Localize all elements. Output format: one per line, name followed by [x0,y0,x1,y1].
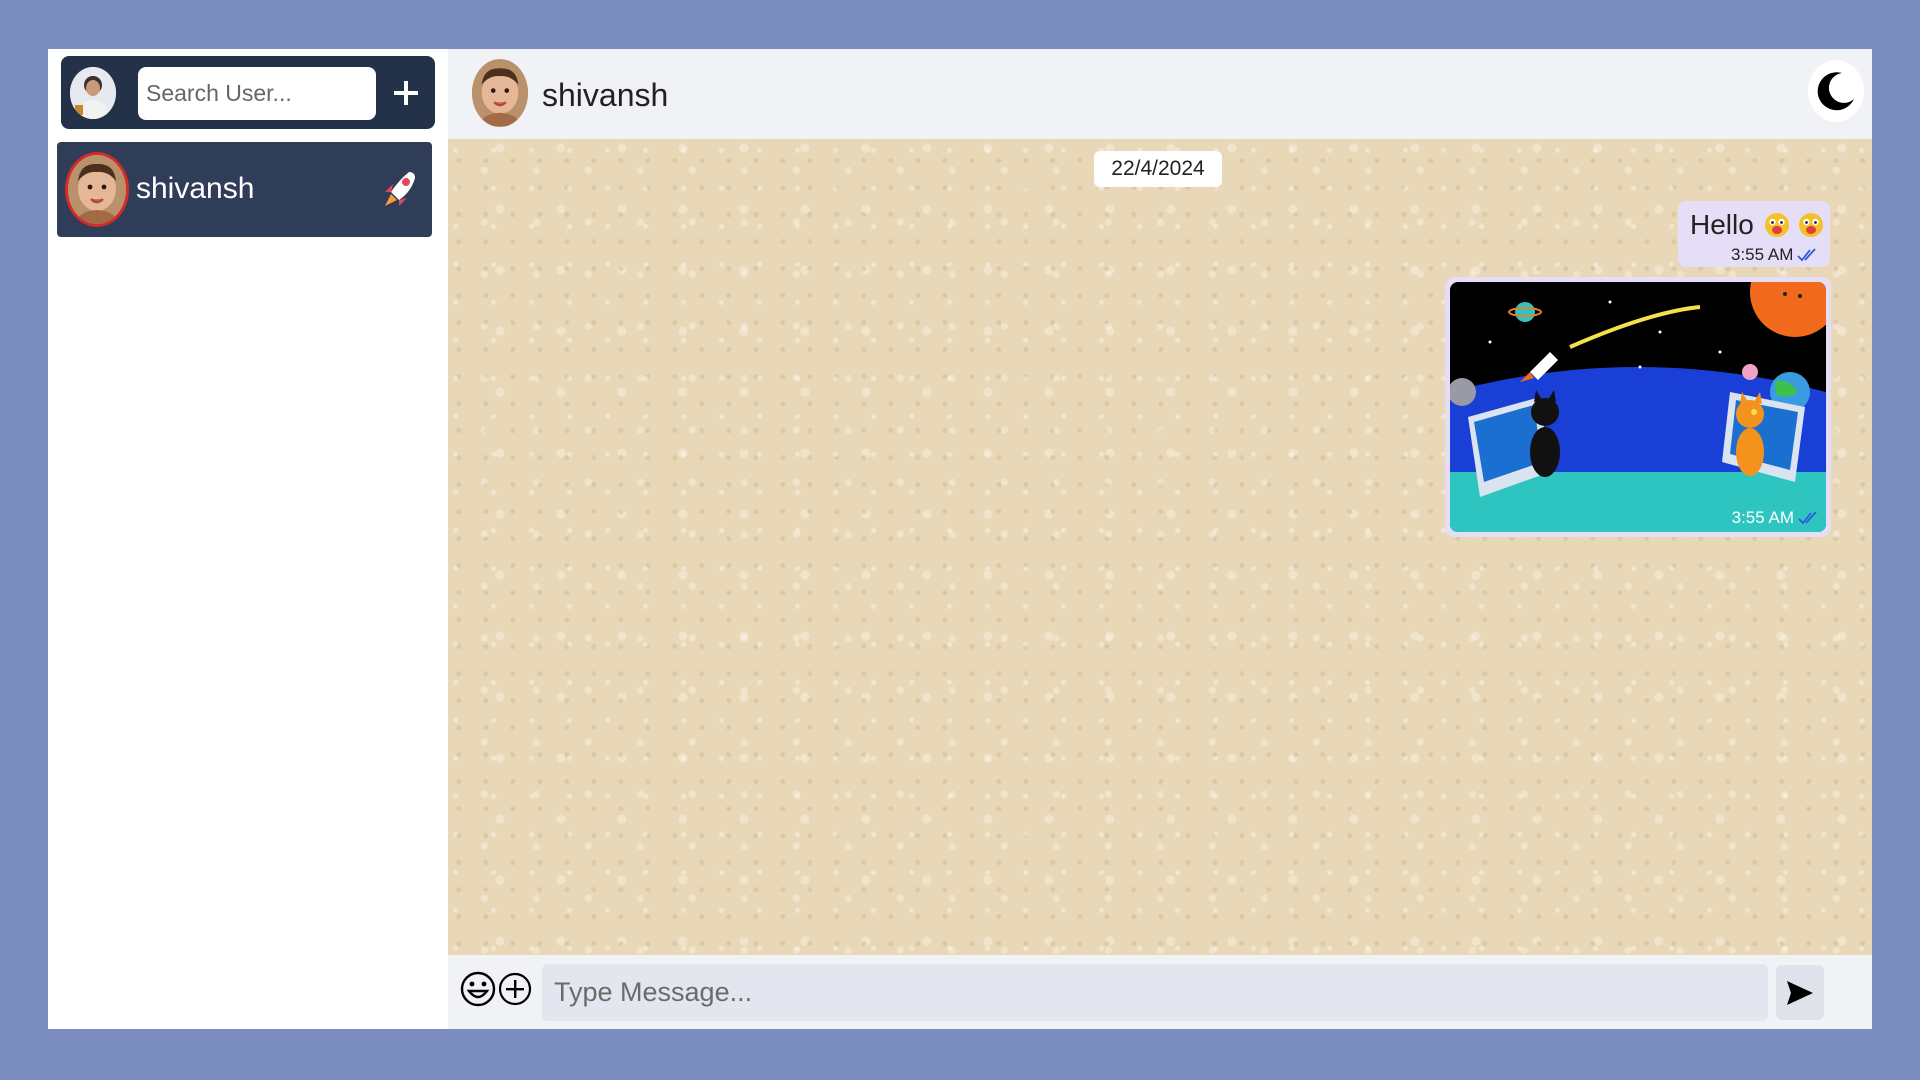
contact-avatar[interactable] [472,59,528,127]
chat-contact-name: shivansh [136,172,255,205]
smiley-icon[interactable] [460,969,496,1009]
my-avatar[interactable] [70,67,116,119]
chat-list-item-shivansh[interactable]: shivansh [57,142,432,237]
send-icon [1787,980,1813,1005]
message-bubble-text[interactable]: Hello 3:55 AM [1678,201,1830,267]
message-composer [448,955,1872,1029]
sidebar-header [61,56,435,129]
chat-header: shivansh [448,49,1872,139]
date-separator-label: 22/4/2024 [1111,157,1205,180]
double-check-icon [1797,248,1817,262]
message-meta: 3:55 AM [1732,508,1820,528]
moon-icon [1817,72,1854,111]
message-meta: 3:55 AM [1731,245,1819,265]
space-cats-image[interactable]: 3:55 AM [1450,282,1826,532]
rocket-icon [385,172,415,206]
plus-circle-icon[interactable] [498,970,532,1008]
add-chat-button[interactable] [383,68,429,118]
grinning-emoji-icon [1799,213,1823,237]
chat-app: shivansh [48,49,1872,1029]
message-time: 3:55 AM [1731,245,1794,264]
chat-panel: shivansh 22/4/2024 Hello 3:55 AM 3:55 AM… [448,49,1872,1029]
message-bubble-image[interactable]: 3:55 AM [1445,277,1831,537]
double-check-icon [1798,511,1817,525]
chat-title: shivansh [542,77,669,113]
grinning-emoji-icon [1765,213,1789,237]
date-separator: 22/4/2024 [1094,151,1222,187]
theme-toggle-button[interactable] [1808,60,1864,122]
plus-icon [394,81,418,105]
sidebar: shivansh [48,49,448,1029]
search-user-input[interactable] [138,67,376,120]
message-time: 3:55 AM [1731,508,1794,527]
message-input[interactable] [542,964,1768,1021]
avatar [65,152,129,227]
message-text: Hello [1690,209,1754,240]
send-button[interactable] [1776,965,1824,1020]
message-area[interactable]: 22/4/2024 Hello 3:55 AM 3:55 AM [448,139,1872,955]
